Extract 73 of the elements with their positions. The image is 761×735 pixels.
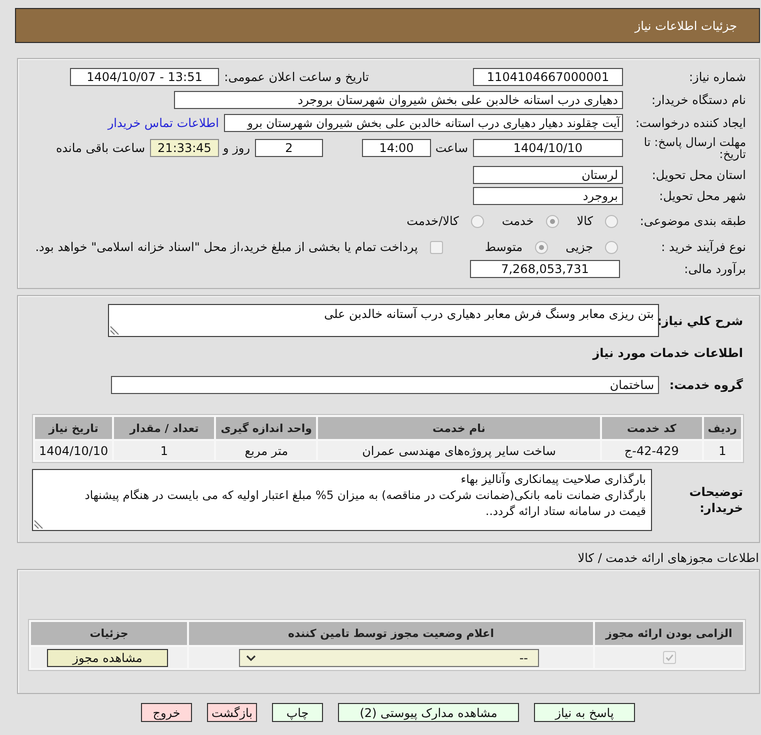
radio-label: کالا/خدمت xyxy=(406,214,459,228)
field-label: مهلت ارسال پاسخ: تا تاریخ: xyxy=(642,136,746,160)
days-field[interactable]: 2 xyxy=(255,139,323,157)
buyer-contact-link[interactable]: اطلاعات تماس خریدار xyxy=(108,116,219,130)
view-license-button[interactable]: مشاهده مجوز xyxy=(47,648,168,666)
buyer-organization-field[interactable]: دهیاری درب استانه خالدبن علی بخش شیروان شهرستان بروجرد xyxy=(174,90,623,108)
field-label: تاریخ و ساعت اعلان عمومی: xyxy=(223,70,369,84)
checkbox[interactable] xyxy=(662,650,676,664)
province-field[interactable]: لرستان xyxy=(473,166,623,184)
radio-button[interactable] xyxy=(470,214,484,228)
deadline-date-field[interactable]: 1404/10/10 xyxy=(473,139,623,157)
announcement-date-field[interactable]: 1404/10/07 - 13:51 xyxy=(70,68,219,86)
budget-field[interactable]: 7,268,053,731 xyxy=(470,260,620,278)
radio-button[interactable] xyxy=(605,240,618,254)
field-label: ایجاد کننده درخواست: xyxy=(634,116,746,130)
section-heading: اطلاعات مجوزهای ارائه خدمت / کالا xyxy=(576,550,759,566)
table-cell: متر مربع xyxy=(216,441,316,460)
page-title: جزئیات اطلاعات نیاز xyxy=(634,18,737,32)
action-button[interactable]: مشاهده مدارک پیوستی (2) xyxy=(338,703,519,722)
column-header: تعداد / مقدار xyxy=(114,417,214,439)
radio-label: کالا xyxy=(576,214,593,228)
deadline-time-field[interactable]: 14:00 xyxy=(362,139,431,157)
time-label: ساعت xyxy=(434,140,468,157)
checkbox-label: پرداخت تمام یا بخشی از مبلغ خرید،از محل "اسناد خزانه اسلامی" خواهد بود. xyxy=(35,240,418,254)
description-textarea[interactable]: بتن ریزی معابر وسنگ فرش معابر دهیاری درب آستانه خالدبن علی xyxy=(108,304,659,337)
requester-field[interactable]: آیت چقلوند دهیار دهیاری درب استانه خالدبن علی بخش شیروان شهرستان برو xyxy=(224,114,623,132)
table-cell: 42-429-ج xyxy=(602,441,702,460)
action-button[interactable]: بازگشت xyxy=(207,703,257,722)
column-header: ردیف xyxy=(704,417,741,439)
field-label: استان محل تحویل: xyxy=(650,168,746,182)
resize-grip-icon xyxy=(110,326,119,335)
service-group-field[interactable]: ساختمان xyxy=(111,376,659,394)
column-header: کد خدمت xyxy=(602,417,702,439)
status-select[interactable]: -- xyxy=(239,648,539,666)
column-header: تاریخ نیاز xyxy=(35,417,112,439)
field-label: نوع فرآیند خرید : xyxy=(660,240,746,254)
field-label: نام دستگاه خریدار: xyxy=(650,92,746,106)
action-button[interactable]: خروج xyxy=(141,703,192,722)
table-cell: 1404/10/10 xyxy=(35,441,112,460)
radio-label: متوسط xyxy=(484,240,523,254)
checkmark-icon xyxy=(664,652,674,662)
field-label: برآورد مالی: xyxy=(683,262,746,276)
table-cell: ساخت سایر پروژه‌های مهندسی عمران xyxy=(318,441,600,460)
notes-textarea[interactable]: بارگذاری صلاحیت پیمانکاری وآنالیز بهاء بارگذاری ضمانت نامه بانکی(ضمانت شرکت در مناقصه) به میزان 5% مبلغ اعتبار اولیه که می بایست در هنگام پیشنهاد قیمت در سامانه ستاد ارائه گردد.. xyxy=(32,469,652,531)
radio-button[interactable] xyxy=(546,214,559,228)
field-label: گروه خدمت: xyxy=(668,378,743,392)
action-button[interactable]: پاسخ به نیاز xyxy=(534,703,635,722)
days-label: روز و xyxy=(222,140,250,157)
radio-label: خدمت xyxy=(502,214,534,228)
remaining-time-field[interactable]: 21:33:45 xyxy=(150,139,219,157)
checkbox[interactable] xyxy=(430,240,443,254)
table-cell: 1 xyxy=(704,441,741,460)
column-header: جزئیات xyxy=(31,622,187,645)
column-header: نام خدمت xyxy=(318,417,600,439)
column-header: واحد اندازه گیری xyxy=(216,417,316,439)
need-number-field[interactable]: 1104104667000001 xyxy=(473,68,623,86)
column-header: اعلام وضعیت مجوز توسط تامین کننده xyxy=(189,622,593,645)
table-cell: 1 xyxy=(114,441,214,460)
resize-grip-icon xyxy=(34,520,43,529)
radio-button[interactable] xyxy=(605,214,618,228)
column-header: الزامی بودن ارائه مجوز xyxy=(595,622,743,645)
field-label: طبقه بندی موضوعی: xyxy=(638,214,746,228)
radio-button[interactable] xyxy=(534,240,548,254)
action-button[interactable]: چاپ xyxy=(272,703,323,722)
field-label: شماره نیاز: xyxy=(688,70,746,84)
remaining-time-label: ساعت باقی مانده xyxy=(56,140,145,157)
city-field[interactable]: بروجرد xyxy=(473,187,623,205)
radio-label: جزیی xyxy=(566,240,593,254)
field-label: شرح کلي نياز: xyxy=(659,314,743,328)
field-label: شهر محل تحویل: xyxy=(658,189,746,203)
chevron-down-icon xyxy=(246,654,256,660)
field-label: توضیحات خریدار: xyxy=(688,484,743,516)
section-heading: اطلاعات خدمات مورد نیاز xyxy=(591,345,743,361)
